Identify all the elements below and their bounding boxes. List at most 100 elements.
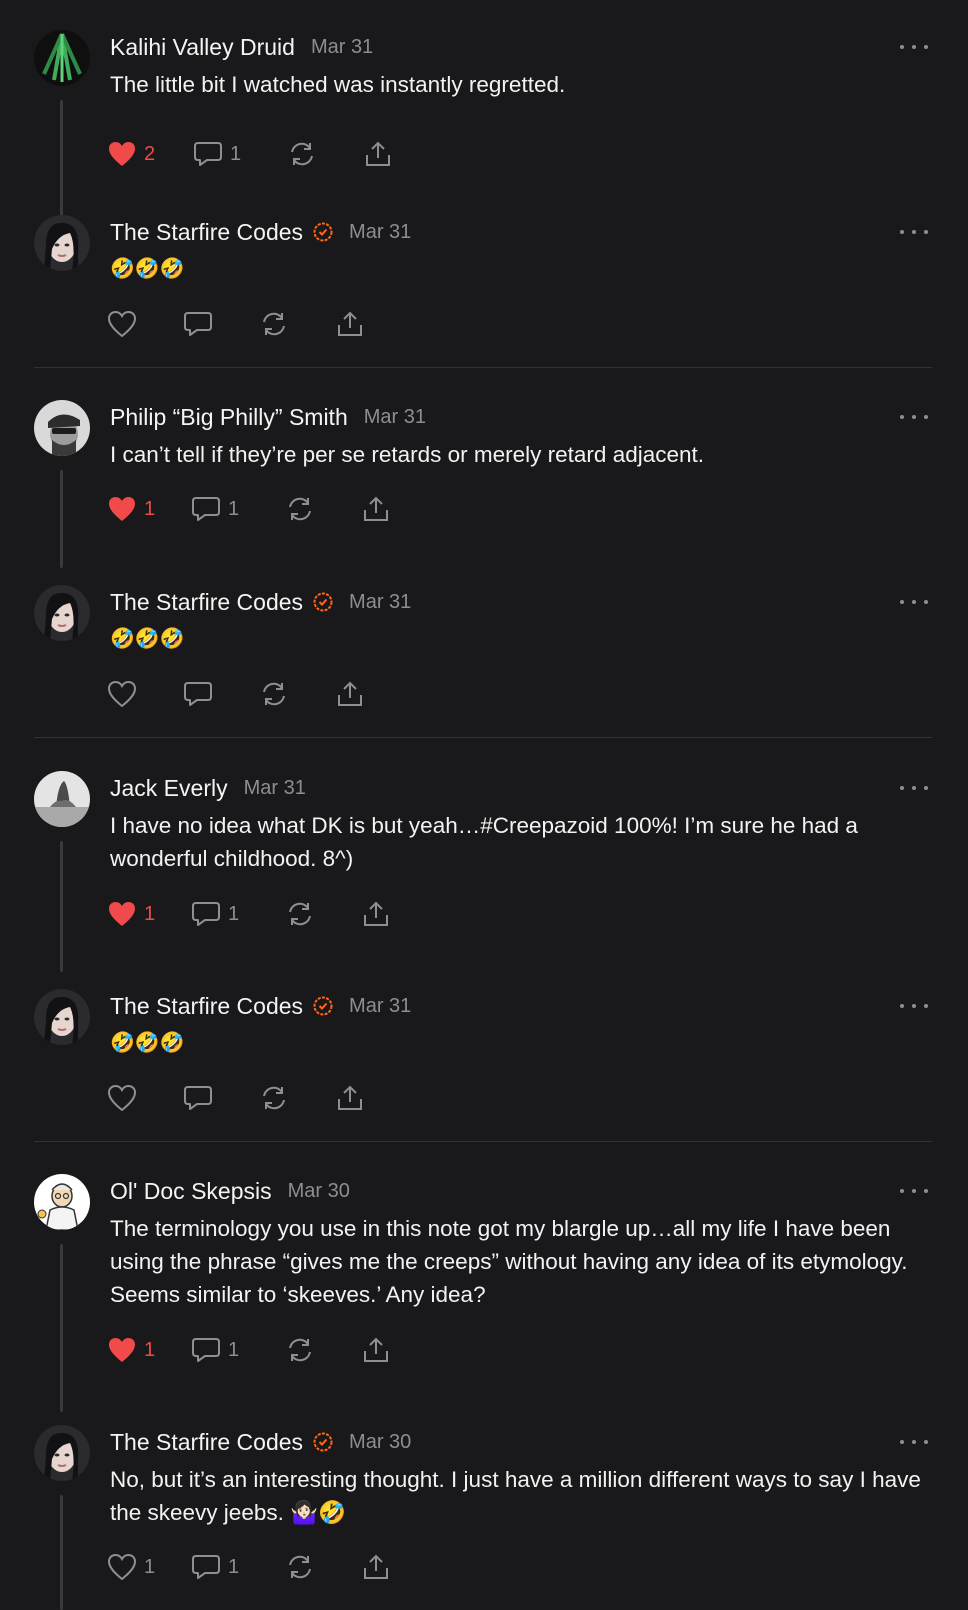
restack-button[interactable] [286, 1334, 362, 1366]
restack-button[interactable] [286, 1551, 362, 1583]
restack-arrows-icon [289, 902, 311, 926]
comment: The Starfire Codes Mar 31 🤣🤣🤣 [0, 585, 968, 715]
more-dots-icon[interactable] [900, 783, 928, 793]
avatar[interactable] [34, 1174, 90, 1230]
comment: The Starfire Codes Mar 30 No, but it’s a… [0, 1425, 968, 1610]
reply-button[interactable] [184, 678, 260, 710]
more-dots-icon[interactable] [900, 227, 928, 237]
like-button[interactable]: 1 [108, 493, 192, 525]
author-name[interactable]: Jack Everly [110, 775, 228, 802]
verified-badge-icon [313, 1432, 333, 1452]
avatar[interactable] [34, 30, 90, 86]
more-dots-icon[interactable] [900, 42, 928, 52]
reply-button[interactable]: 1 [194, 138, 288, 170]
comment-actions [108, 678, 376, 710]
restack-button[interactable] [286, 493, 362, 525]
author-name[interactable]: The Starfire Codes [110, 1429, 303, 1456]
share-button[interactable] [336, 1082, 376, 1114]
more-dots-icon[interactable] [900, 597, 928, 607]
speech-bubble-icon [192, 497, 220, 521]
comment-date[interactable]: Mar 30 [349, 1431, 411, 1454]
share-button[interactable] [336, 678, 376, 710]
avatar[interactable] [34, 1425, 90, 1481]
more-dots-icon[interactable] [900, 1437, 928, 1447]
restack-arrows-icon [263, 682, 285, 706]
like-button[interactable]: 1 [108, 1551, 192, 1583]
comment: The Starfire Codes Mar 31 🤣🤣🤣 [0, 989, 968, 1119]
more-dots-icon[interactable] [900, 1001, 928, 1011]
heart-icon [108, 1554, 136, 1580]
comment-actions: 1 1 [108, 1334, 402, 1366]
heart-icon [108, 311, 136, 337]
comment-date[interactable]: Mar 31 [364, 406, 426, 429]
comment: The Starfire Codes Mar 31 🤣🤣🤣 [0, 215, 968, 345]
comment-text: 🤣🤣🤣 [110, 1032, 185, 1054]
restack-button[interactable] [288, 138, 364, 170]
like-button[interactable] [108, 308, 184, 340]
reply-button[interactable]: 1 [192, 1334, 286, 1366]
comment-header: Ol' Doc Skepsis Mar 30 [110, 1176, 350, 1206]
author-name[interactable]: Philip “Big Philly” Smith [110, 404, 348, 431]
comment-feed: Kalihi Valley Druid Mar 31 The little bi… [0, 0, 968, 1610]
restack-button[interactable] [260, 308, 336, 340]
thread-line [60, 1244, 63, 1412]
comment: Ol' Doc Skepsis Mar 30 The terminology y… [0, 1174, 968, 1414]
comment-actions: 1 1 [108, 493, 402, 525]
comment-date[interactable]: Mar 31 [349, 591, 411, 614]
avatar[interactable] [34, 989, 90, 1045]
like-button[interactable]: 2 [108, 138, 194, 170]
share-button[interactable] [362, 493, 402, 525]
comment-date[interactable]: Mar 31 [349, 221, 411, 244]
heart-icon [108, 681, 136, 707]
thread-divider [34, 1141, 932, 1142]
author-name[interactable]: Ol' Doc Skepsis [110, 1178, 272, 1205]
share-button[interactable] [336, 308, 376, 340]
avatar[interactable] [34, 771, 90, 827]
like-button[interactable] [108, 1082, 184, 1114]
reply-button[interactable] [184, 1082, 260, 1114]
more-dots-icon[interactable] [900, 1186, 928, 1196]
comment: Jack Everly Mar 31 I have no idea what D… [0, 771, 968, 976]
share-icon [364, 1337, 388, 1362]
restack-arrows-icon [291, 142, 313, 166]
thread-divider [34, 737, 932, 738]
reply-button[interactable]: 1 [192, 1551, 286, 1583]
share-button[interactable] [362, 1551, 402, 1583]
share-icon [338, 681, 362, 706]
restack-button[interactable] [260, 1082, 336, 1114]
share-button[interactable] [362, 1334, 402, 1366]
comment-text: 🤣🤣🤣 [110, 258, 185, 280]
like-button[interactable]: 1 [108, 898, 192, 930]
share-button[interactable] [362, 898, 402, 930]
reply-count: 1 [230, 142, 242, 165]
reply-count: 1 [228, 497, 240, 520]
reply-button[interactable]: 1 [192, 493, 286, 525]
restack-button[interactable] [260, 678, 336, 710]
comment-date[interactable]: Mar 31 [244, 777, 306, 800]
author-name[interactable]: Kalihi Valley Druid [110, 34, 295, 61]
author-name[interactable]: The Starfire Codes [110, 589, 303, 616]
avatar[interactable] [34, 400, 90, 456]
comment-text: I have no idea what DK is but yeah…#Cree… [110, 813, 858, 871]
restack-button[interactable] [286, 898, 362, 930]
comment-date[interactable]: Mar 31 [349, 995, 411, 1018]
avatar[interactable] [34, 585, 90, 641]
more-dots-icon[interactable] [900, 412, 928, 422]
comment-header: The Starfire Codes Mar 31 [110, 587, 411, 617]
verified-badge-icon [313, 222, 333, 242]
avatar[interactable] [34, 215, 90, 271]
comment-date[interactable]: Mar 31 [311, 36, 373, 59]
reply-button[interactable]: 1 [192, 898, 286, 930]
comment-actions: 1 1 [108, 898, 402, 930]
comment-date[interactable]: Mar 30 [288, 1180, 350, 1203]
share-button[interactable] [364, 138, 404, 170]
restack-arrows-icon [289, 1555, 311, 1579]
author-name[interactable]: The Starfire Codes [110, 993, 303, 1020]
like-button[interactable] [108, 678, 184, 710]
author-name[interactable]: The Starfire Codes [110, 219, 303, 246]
like-button[interactable]: 1 [108, 1334, 192, 1366]
comment-actions [108, 1082, 376, 1114]
restack-arrows-icon [289, 1338, 311, 1362]
share-icon [338, 1085, 362, 1110]
reply-button[interactable] [184, 308, 260, 340]
